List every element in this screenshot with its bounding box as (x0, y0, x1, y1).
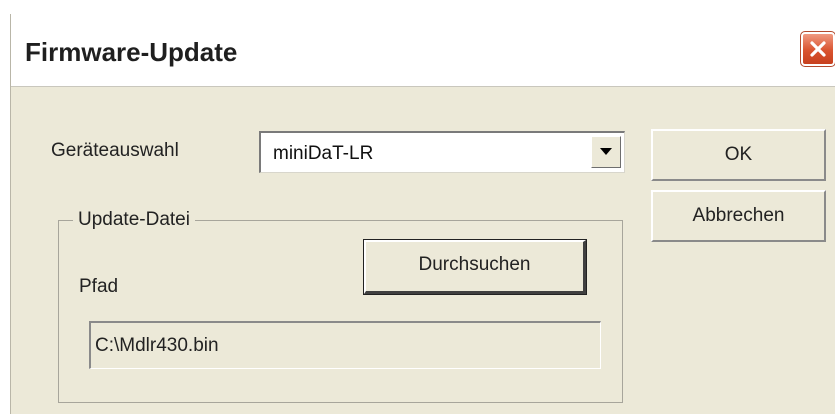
close-icon (810, 41, 826, 57)
title-bar[interactable]: Firmware-Update (11, 14, 835, 87)
ok-button-label: OK (724, 144, 753, 165)
cancel-button-label: Abbrechen (692, 205, 785, 226)
firmware-update-dialog: Firmware-Update Geräteauswahl miniDaT-LR… (10, 14, 835, 414)
device-select-value: miniDaT-LR (273, 143, 374, 164)
device-select-label: Geräteauswahl (51, 140, 179, 161)
path-label: Pfad (79, 276, 119, 297)
browse-button-label: Durchsuchen (418, 254, 531, 275)
ok-button[interactable]: OK (651, 129, 826, 181)
path-value: C:\Mdlr430.bin (95, 335, 219, 356)
cancel-button[interactable]: Abbrechen (651, 190, 826, 242)
update-file-group-title: Update-Datei (73, 209, 195, 231)
device-select[interactable]: miniDaT-LR (259, 131, 625, 173)
chevron-down-icon (600, 148, 612, 155)
close-button[interactable] (800, 31, 835, 67)
browse-button[interactable]: Durchsuchen (363, 239, 587, 295)
device-select-dropdown-button[interactable] (591, 136, 621, 168)
path-field[interactable]: C:\Mdlr430.bin (89, 321, 601, 369)
dialog-title: Firmware-Update (25, 37, 238, 67)
